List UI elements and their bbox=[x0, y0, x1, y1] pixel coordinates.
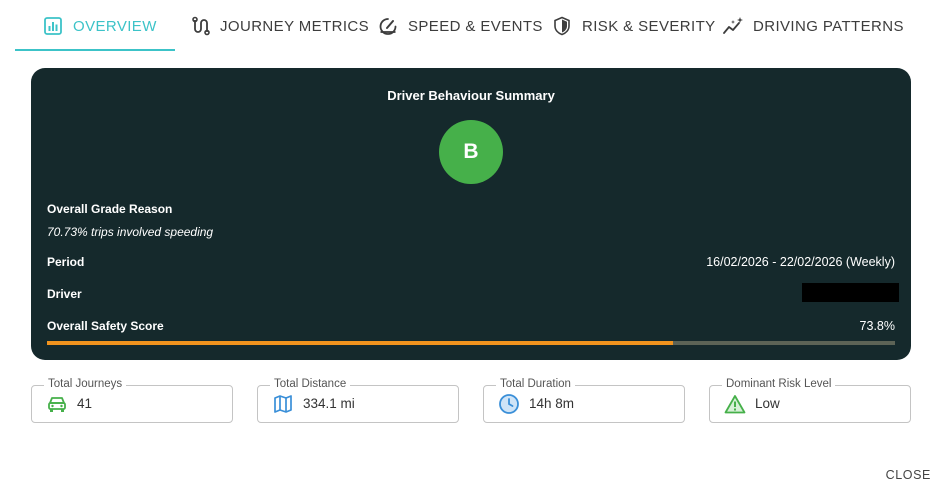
tab-risk-severity[interactable]: RISK & SEVERITY bbox=[551, 0, 716, 52]
close-button[interactable]: CLOSE bbox=[886, 468, 931, 482]
shield-icon bbox=[551, 15, 573, 37]
total-journeys-field: Total Journeys 41 bbox=[31, 378, 233, 423]
dominant-risk-value: Low bbox=[755, 396, 780, 411]
warning-icon bbox=[724, 393, 746, 415]
summary-title: Driver Behaviour Summary bbox=[387, 88, 555, 103]
tab-bar: OVERVIEW JOURNEY METRICS SPEED & EVENTS bbox=[15, 0, 915, 52]
grade-reason-text: 70.73% trips involved speeding bbox=[47, 225, 214, 239]
clock-icon bbox=[498, 393, 520, 415]
map-icon bbox=[272, 393, 294, 415]
sparkle-trend-icon bbox=[722, 15, 744, 37]
safety-score-value: 73.8% bbox=[859, 319, 895, 333]
stat-label: Dominant Risk Level bbox=[722, 378, 836, 390]
tab-driving-patterns[interactable]: DRIVING PATTERNS bbox=[722, 0, 904, 52]
tab-journey-metrics[interactable]: JOURNEY METRICS bbox=[189, 0, 369, 52]
stat-label: Total Journeys bbox=[44, 378, 127, 390]
route-icon bbox=[189, 15, 211, 37]
total-journeys-value: 41 bbox=[77, 396, 93, 411]
safety-score-bar bbox=[47, 341, 895, 345]
tab-overview[interactable]: OVERVIEW bbox=[42, 0, 157, 52]
tab-label: RISK & SEVERITY bbox=[582, 17, 716, 35]
stat-label: Total Distance bbox=[270, 378, 351, 390]
tab-speed-events[interactable]: SPEED & EVENTS bbox=[377, 0, 543, 52]
safety-score-bar-fill bbox=[47, 341, 673, 345]
total-distance-field: Total Distance 334.1 mi bbox=[257, 378, 459, 423]
car-icon bbox=[46, 393, 68, 415]
dominant-risk-field: Dominant Risk Level Low bbox=[709, 378, 911, 423]
period-label: Period bbox=[47, 255, 85, 269]
total-duration-value: 14h 8m bbox=[529, 396, 575, 411]
active-tab-indicator bbox=[15, 49, 175, 51]
driver-label: Driver bbox=[47, 287, 82, 301]
grade-badge: B bbox=[439, 120, 503, 184]
period-value: 16/02/2026 - 22/02/2026 (Weekly) bbox=[706, 255, 895, 269]
grade-reason-label: Overall Grade Reason bbox=[47, 202, 173, 216]
tab-label: DRIVING PATTERNS bbox=[753, 17, 904, 35]
driver-name-redacted bbox=[802, 283, 899, 302]
safety-score-label: Overall Safety Score bbox=[47, 319, 164, 333]
tab-label: SPEED & EVENTS bbox=[408, 17, 543, 35]
tab-label: OVERVIEW bbox=[73, 17, 157, 35]
stat-label: Total Duration bbox=[496, 378, 575, 390]
tab-label: JOURNEY METRICS bbox=[220, 17, 370, 35]
bar-chart-icon bbox=[42, 15, 64, 37]
speedometer-icon bbox=[377, 15, 399, 37]
total-distance-value: 334.1 mi bbox=[303, 396, 355, 411]
total-duration-field: Total Duration 14h 8m bbox=[483, 378, 685, 423]
driver-summary-card: Driver Behaviour Summary B Overall Grade… bbox=[31, 68, 911, 360]
